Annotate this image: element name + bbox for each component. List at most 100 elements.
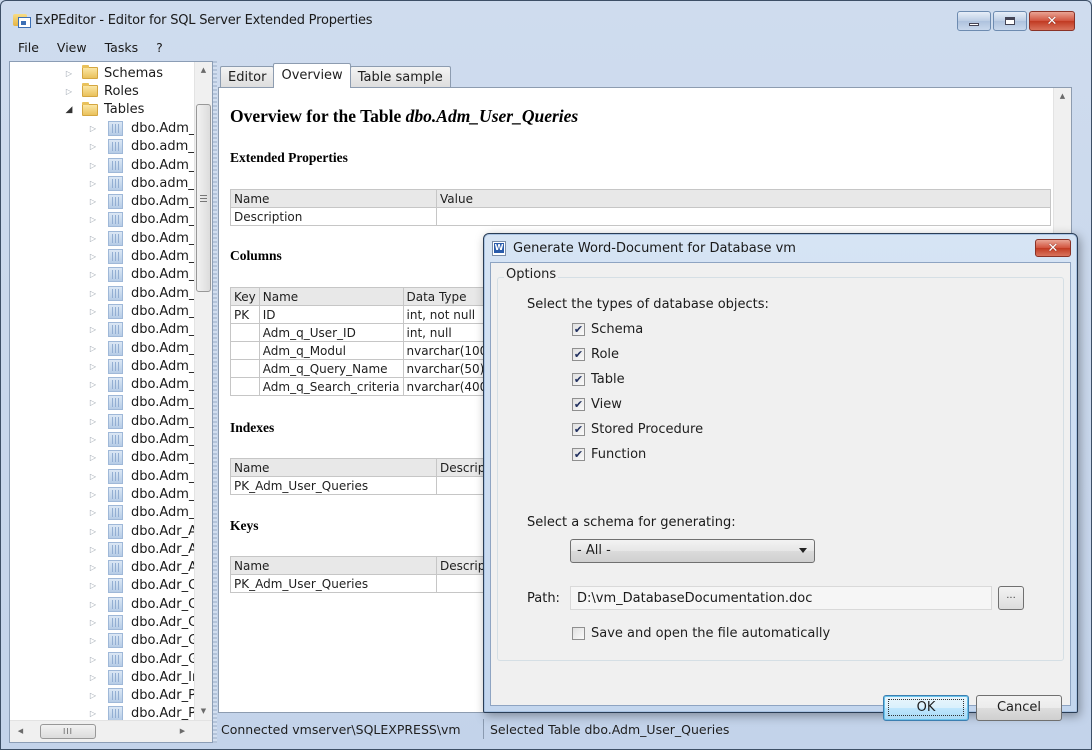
tab-overview[interactable]: Overview <box>273 63 351 88</box>
expanded-arrow-icon[interactable]: ◢ <box>64 105 74 115</box>
tree-item-table[interactable]: ▷ dbo.Adr_A <box>88 540 194 558</box>
tree-item-table[interactable]: ▷ dbo.Adm_ <box>88 284 194 302</box>
browse-button[interactable]: ... <box>998 586 1024 610</box>
collapsed-arrow-icon[interactable]: ▷ <box>88 197 98 206</box>
collapsed-arrow-icon[interactable]: ▷ <box>88 380 98 389</box>
object-type-role[interactable]: ✔ Role <box>572 344 619 364</box>
cancel-button[interactable]: Cancel <box>976 695 1062 721</box>
tree-item-table[interactable]: ▷ dbo.adm_r <box>88 174 194 192</box>
panel-splitter[interactable] <box>213 61 217 743</box>
collapsed-arrow-icon[interactable]: ▷ <box>88 490 98 499</box>
object-type-function[interactable]: ✔ Function <box>572 445 646 465</box>
collapsed-arrow-icon[interactable]: ▷ <box>88 270 98 279</box>
collapsed-arrow-icon[interactable]: ▷ <box>88 161 98 170</box>
tab-table-sample[interactable]: Table sample <box>349 66 451 88</box>
collapsed-arrow-icon[interactable]: ▷ <box>88 527 98 536</box>
tree-item-table[interactable]: ▷ dbo.adm_I <box>88 137 194 155</box>
menu-help[interactable]: ? <box>147 37 172 59</box>
collapsed-arrow-icon[interactable]: ▷ <box>88 325 98 334</box>
tree-item-table[interactable]: ▷ dbo.Adm_ <box>88 430 194 448</box>
tab-editor[interactable]: Editor <box>220 66 275 88</box>
collapsed-arrow-icon[interactable]: ▷ <box>88 234 98 243</box>
maximize-button[interactable] <box>993 11 1027 31</box>
tree-item-table[interactable]: ▷ dbo.Adr_G <box>88 631 194 649</box>
tree-vscroll-thumb[interactable] <box>196 104 211 292</box>
collapsed-arrow-icon[interactable]: ▷ <box>88 417 98 426</box>
auto-open-checkbox[interactable] <box>572 626 585 640</box>
path-input[interactable] <box>570 586 992 610</box>
checkbox[interactable]: ✔ <box>572 422 585 436</box>
collapsed-arrow-icon[interactable]: ▷ <box>88 124 98 133</box>
tree-vertical-scrollbar[interactable]: ▲ ▼ <box>194 62 212 720</box>
collapsed-arrow-icon[interactable]: ▷ <box>88 142 98 151</box>
collapsed-arrow-icon[interactable]: ▷ <box>88 453 98 462</box>
collapsed-arrow-icon[interactable]: ▷ <box>88 252 98 261</box>
collapsed-arrow-icon[interactable]: ▷ <box>88 691 98 700</box>
collapsed-arrow-icon[interactable]: ▷ <box>88 545 98 554</box>
tree-folder-schemas[interactable]: ▷ Schemas <box>64 64 163 82</box>
scroll-right-icon[interactable]: ▶ <box>174 723 191 740</box>
collapsed-arrow-icon[interactable]: ▷ <box>88 179 98 188</box>
collapsed-arrow-icon[interactable]: ▷ <box>64 69 74 78</box>
checkbox[interactable]: ✔ <box>572 347 585 361</box>
scroll-down-icon[interactable]: ▼ <box>195 703 212 720</box>
tree-item-table[interactable]: ▷ dbo.Adm_ <box>88 302 194 320</box>
checkbox[interactable]: ✔ <box>572 448 585 461</box>
collapsed-arrow-icon[interactable]: ▷ <box>88 709 98 718</box>
menu-tasks[interactable]: Tasks <box>96 37 148 59</box>
tree-item-table[interactable]: ▷ dbo.Adm_ <box>88 210 194 228</box>
collapsed-arrow-icon[interactable]: ▷ <box>88 215 98 224</box>
collapsed-arrow-icon[interactable]: ▷ <box>88 581 98 590</box>
tree-item-table[interactable]: ▷ dbo.Adm_ <box>88 375 194 393</box>
tree-item-table[interactable]: ▷ dbo.Adr_C <box>88 613 194 631</box>
dialog-close-button[interactable]: ✕ <box>1035 239 1071 257</box>
collapsed-arrow-icon[interactable]: ▷ <box>88 435 98 444</box>
tree-item-table[interactable]: ▷ dbo.Adr_Ir <box>88 668 194 686</box>
tree-item-table[interactable]: ▷ dbo.Adr_P <box>88 704 194 720</box>
ok-button[interactable]: OK <box>883 695 969 721</box>
tree-item-table[interactable]: ▷ dbo.Adm_ <box>88 503 194 521</box>
tree-item-table[interactable]: ▷ dbo.Adm_ <box>88 247 194 265</box>
collapsed-arrow-icon[interactable]: ▷ <box>88 600 98 609</box>
collapsed-arrow-icon[interactable]: ▷ <box>88 398 98 407</box>
tree-item-table[interactable]: ▷ dbo.Adm_ <box>88 119 194 137</box>
object-type-view[interactable]: ✔ View <box>572 394 622 414</box>
tree-item-table[interactable]: ▷ dbo.Adm_ <box>88 156 194 174</box>
tree-hscroll-thumb[interactable]: III <box>40 724 96 739</box>
menu-file[interactable]: File <box>9 37 48 59</box>
collapsed-arrow-icon[interactable]: ▷ <box>88 655 98 664</box>
scroll-up-icon[interactable]: ▲ <box>1054 88 1071 105</box>
checkbox[interactable]: ✔ <box>572 372 585 386</box>
collapsed-arrow-icon[interactable]: ▷ <box>88 307 98 316</box>
object-type-schema[interactable]: ✔ Schema <box>572 319 643 339</box>
schema-select[interactable]: - All - <box>570 539 815 563</box>
collapsed-arrow-icon[interactable]: ▷ <box>88 618 98 627</box>
tree-item-table[interactable]: ▷ dbo.Adm_ <box>88 467 194 485</box>
tree-item-table[interactable]: ▷ dbo.Adm_ <box>88 192 194 210</box>
tree-item-table[interactable]: ▷ dbo.Adm_ <box>88 229 194 247</box>
object-type-table[interactable]: ✔ Table <box>572 369 625 389</box>
tree-item-table[interactable]: ▷ dbo.Adm_ <box>88 485 194 503</box>
tree-item-table[interactable]: ▷ dbo.Adm_ <box>88 265 194 283</box>
tree-item-table[interactable]: ▷ dbo.Adm_ <box>88 393 194 411</box>
minimize-button[interactable] <box>957 11 991 31</box>
collapsed-arrow-icon[interactable]: ▷ <box>88 563 98 572</box>
tree-horizontal-scrollbar[interactable]: ◀ III ▶ <box>10 720 212 742</box>
menu-view[interactable]: View <box>48 37 96 59</box>
tree-item-table[interactable]: ▷ dbo.Adm_ <box>88 448 194 466</box>
tree-item-table[interactable]: ▷ dbo.Adm_ <box>88 357 194 375</box>
collapsed-arrow-icon[interactable]: ▷ <box>88 673 98 682</box>
collapsed-arrow-icon[interactable]: ▷ <box>64 87 74 96</box>
tree-item-table[interactable]: ▷ dbo.Adr_G <box>88 650 194 668</box>
scroll-left-icon[interactable]: ◀ <box>12 723 29 740</box>
auto-open-checkbox-row[interactable]: Save and open the file automatically <box>572 623 830 643</box>
scroll-up-icon[interactable]: ▲ <box>195 62 212 79</box>
tree-folder-tables[interactable]: ◢ Tables <box>64 101 144 119</box>
tree-item-table[interactable]: ▷ dbo.Adm_ <box>88 320 194 338</box>
checkbox[interactable]: ✔ <box>572 322 585 336</box>
tree-item-table[interactable]: ▷ dbo.Adr_C <box>88 595 194 613</box>
collapsed-arrow-icon[interactable]: ▷ <box>88 289 98 298</box>
tree-item-table[interactable]: ▷ dbo.Adm_ <box>88 412 194 430</box>
tree-item-table[interactable]: ▷ dbo.Adr_P <box>88 686 194 704</box>
collapsed-arrow-icon[interactable]: ▷ <box>88 362 98 371</box>
